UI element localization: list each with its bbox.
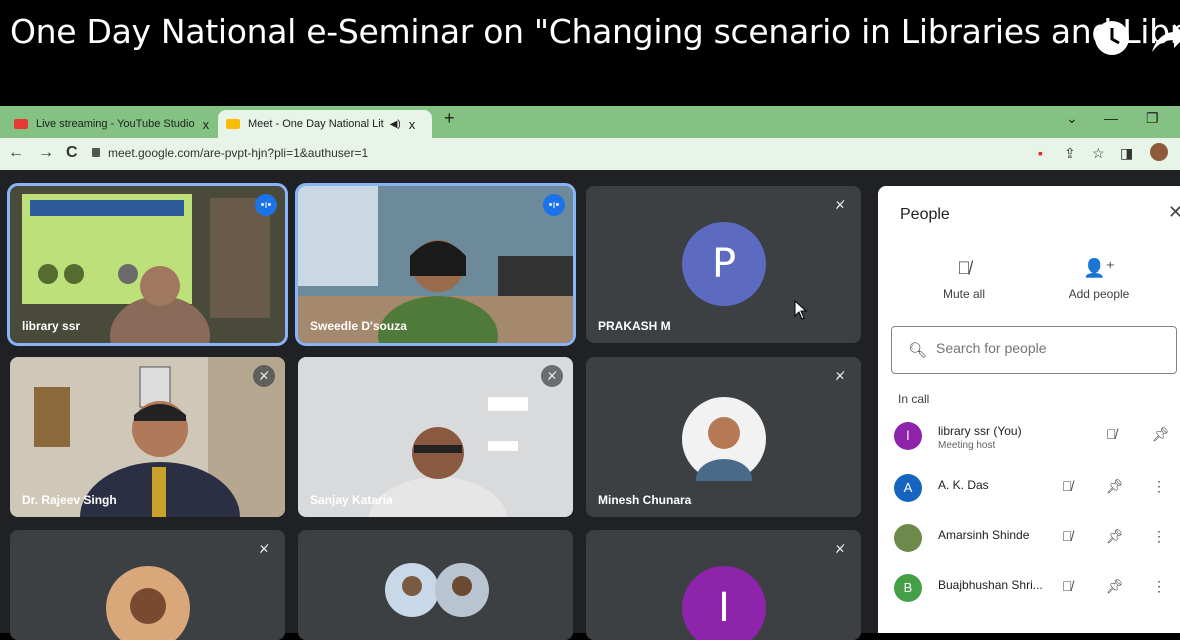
- browser-tab-bar: Live streaming - YouTube Studio x Meet -…: [0, 106, 1180, 138]
- speaking-indicator-icon: •ı•: [255, 194, 277, 216]
- video-title: One Day National e-Seminar on "Changing …: [10, 12, 1180, 51]
- search-box[interactable]: 🔍︎: [891, 326, 1177, 374]
- youtube-icon: [14, 119, 28, 129]
- participant-tile[interactable]: ✕̸ Sanjay Kataria: [298, 357, 573, 517]
- more-options-icon[interactable]: ⋮: [1152, 578, 1166, 595]
- tab-youtube-studio[interactable]: Live streaming - YouTube Studio x: [6, 110, 212, 138]
- avatar: B: [894, 574, 922, 602]
- speaking-indicator-icon: •ı•: [543, 194, 565, 216]
- mic-off-icon: ✕̸: [834, 542, 846, 556]
- mic-off-icon[interactable]: 🎙̸: [1062, 528, 1073, 544]
- participant-tile[interactable]: ✕̸ I: [586, 530, 861, 640]
- sidepanel-icon[interactable]: ◨: [1120, 145, 1133, 162]
- participant-tile[interactable]: ✕̸ Minesh Chunara: [586, 357, 861, 517]
- avatar: [106, 566, 190, 640]
- list-item: B Buajbhushan Shri... 🎙̸ 📌︎ ⋮: [894, 572, 1180, 606]
- clock-icon[interactable]: [1092, 18, 1132, 58]
- close-tab-icon[interactable]: x: [203, 117, 210, 132]
- lock-icon: [92, 148, 100, 157]
- mic-off-icon[interactable]: 🎙̸: [1062, 578, 1073, 594]
- tab-label: Meet - One Day National Lit: [248, 118, 384, 130]
- add-people-label: Add people: [1068, 287, 1130, 301]
- participant-role: Meeting host: [938, 440, 996, 451]
- speaker-icon: ◀): [389, 118, 401, 130]
- pin-icon[interactable]: 📌︎: [1152, 426, 1170, 443]
- list-item: A A. K. Das 🎙̸ 📌︎ ⋮: [894, 472, 1180, 506]
- participant-name: library ssr (You): [938, 424, 1022, 438]
- mouse-cursor-icon: [794, 300, 808, 320]
- mic-off-icon: 🎙̸: [957, 258, 971, 278]
- people-panel: People ✕ 🎙̸ Mute all 👤⁺ Add people 🔍︎ In…: [878, 186, 1180, 633]
- mic-off-icon: ✕̸: [541, 365, 563, 387]
- reload-icon[interactable]: C: [66, 144, 78, 162]
- list-item: l library ssr (You) Meeting host 🎙̸ 📌︎: [894, 420, 1180, 454]
- participant-name: Buajbhushan Shri...: [938, 578, 1043, 592]
- share-arrow-icon[interactable]: [1148, 18, 1180, 58]
- participant-name: PRAKASH M: [598, 319, 671, 333]
- close-icon[interactable]: ✕: [1168, 202, 1180, 223]
- back-icon[interactable]: ←: [8, 144, 24, 162]
- avatar: [385, 563, 489, 617]
- participant-tile[interactable]: •ı• Sweedle D'souza: [295, 183, 576, 346]
- avatar: [894, 524, 922, 552]
- participant-name: Dr. Rajeev Singh: [22, 493, 117, 507]
- share-page-icon[interactable]: ⇪: [1064, 145, 1076, 162]
- meet-icon: [226, 119, 240, 129]
- participant-tile[interactable]: ✕̸: [10, 530, 285, 640]
- pin-icon[interactable]: 📌︎: [1106, 478, 1124, 495]
- participant-tile[interactable]: •ı• library ssr: [7, 183, 288, 346]
- participant-name: Amarsinh Shinde: [938, 528, 1030, 542]
- restore-icon[interactable]: ❐: [1146, 110, 1159, 127]
- tab-label: Live streaming - YouTube Studio: [36, 118, 195, 130]
- panel-title: People: [900, 206, 950, 223]
- chevron-down-icon[interactable]: ⌄: [1066, 110, 1078, 127]
- search-icon: 🔍︎: [908, 342, 928, 359]
- avatar: l: [894, 422, 922, 450]
- mic-off-icon: ✕̸: [834, 369, 846, 383]
- mute-all-label: Mute all: [942, 287, 986, 301]
- pin-icon[interactable]: 📌︎: [1106, 578, 1124, 595]
- pin-icon[interactable]: 📌︎: [1106, 528, 1124, 545]
- more-options-icon[interactable]: ⋮: [1152, 528, 1166, 545]
- mic-off-icon[interactable]: 🎙̸: [1106, 426, 1117, 442]
- forward-icon[interactable]: →: [38, 144, 54, 162]
- tab-meet[interactable]: Meet - One Day National Lit ◀) x: [218, 110, 432, 138]
- camera-blocked-icon[interactable]: ▪: [1038, 145, 1043, 161]
- avatar: I: [682, 566, 766, 640]
- avatar: P: [682, 222, 766, 306]
- mute-all-button[interactable]: 🎙̸ Mute all: [934, 258, 994, 301]
- participant-tile[interactable]: [298, 530, 573, 640]
- participant-name: Minesh Chunara: [598, 493, 692, 507]
- participant-name: Sanjay Kataria: [310, 493, 393, 507]
- close-tab-icon[interactable]: x: [409, 117, 416, 132]
- participant-name: library ssr: [22, 319, 81, 333]
- participant-name: A. K. Das: [938, 478, 989, 492]
- participant-tile[interactable]: ✕̸ Dr. Rajeev Singh: [10, 357, 285, 517]
- new-tab-button[interactable]: +: [444, 108, 455, 129]
- video-title-bar: One Day National e-Seminar on "Changing …: [0, 0, 1180, 106]
- avatar: [682, 397, 766, 481]
- participant-name: Sweedle D'souza: [310, 319, 407, 333]
- bookmark-star-icon[interactable]: ☆: [1092, 145, 1105, 162]
- url-text[interactable]: meet.google.com/are-pvpt-hjn?pli=1&authu…: [108, 146, 368, 160]
- add-people-button[interactable]: 👤⁺ Add people: [1064, 258, 1134, 301]
- mic-off-icon: ✕̸: [253, 365, 275, 387]
- participant-tile[interactable]: ✕̸ P PRAKASH M: [586, 186, 861, 343]
- in-call-label: In call: [898, 392, 930, 406]
- profile-avatar[interactable]: [1150, 143, 1168, 161]
- mic-off-icon[interactable]: 🎙̸: [1062, 478, 1073, 494]
- avatar: A: [894, 474, 922, 502]
- mic-off-icon: ✕̸: [258, 542, 270, 556]
- minimize-icon[interactable]: —: [1104, 110, 1118, 126]
- search-input[interactable]: [934, 339, 1158, 357]
- mic-off-icon: ✕̸: [834, 198, 846, 212]
- add-person-icon: 👤⁺: [1083, 258, 1115, 278]
- more-options-icon[interactable]: ⋮: [1152, 478, 1166, 495]
- list-item: Amarsinh Shinde 🎙̸ 📌︎ ⋮: [894, 522, 1180, 556]
